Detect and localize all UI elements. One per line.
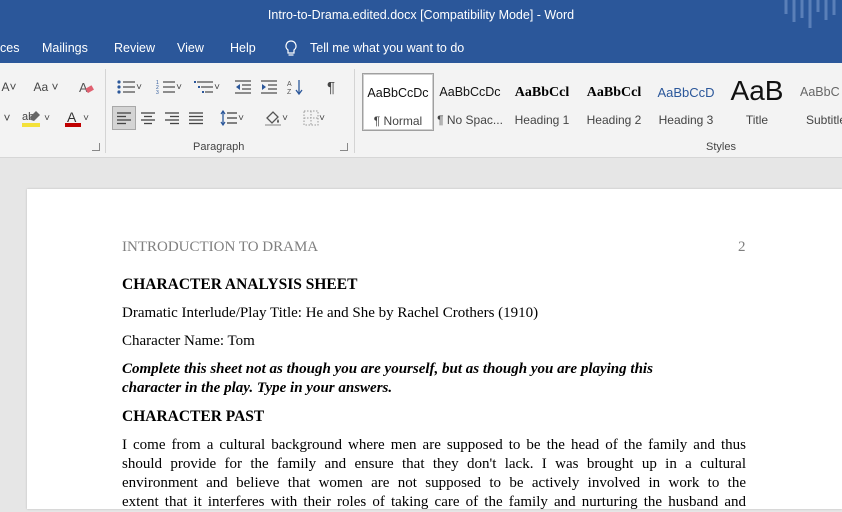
- style-name: ¶ No Spac...: [437, 113, 503, 127]
- borders-button[interactable]: ˅: [298, 107, 330, 129]
- svg-text:Z: Z: [287, 89, 292, 96]
- numbering-button[interactable]: 123 ˅: [152, 76, 186, 98]
- tell-me-search[interactable]: Tell me what you want to do: [310, 41, 464, 55]
- paragraph-line-2: should provide for the family and ensure…: [122, 456, 746, 472]
- group-separator: [354, 69, 355, 153]
- page-header-title: INTRODUCTION TO DRAMA: [122, 239, 319, 255]
- shading-button[interactable]: ˅: [258, 107, 294, 129]
- increase-indent-icon[interactable]: [258, 76, 280, 98]
- chevron-down-icon[interactable]: ˅: [0, 107, 14, 129]
- highlight-color-button[interactable]: ab ˅: [20, 107, 50, 129]
- style-title[interactable]: AaB Title: [722, 73, 792, 129]
- sort-icon[interactable]: AZ: [284, 76, 306, 98]
- change-case-button[interactable]: Aa ˅: [30, 76, 62, 98]
- style-name: Heading 1: [514, 113, 570, 127]
- group-separator: [105, 69, 106, 153]
- instruction-line-1: Complete this sheet not as though you ar…: [122, 361, 653, 377]
- tab-review[interactable]: Review: [114, 41, 155, 55]
- page-number: 2: [738, 239, 746, 255]
- tab-mailings[interactable]: Mailings: [42, 41, 88, 55]
- paragraph-line-1: I come from a cultural background where …: [122, 437, 746, 453]
- lightbulb-icon: [285, 40, 297, 56]
- font-grow-icon[interactable]: A˅: [0, 76, 18, 98]
- svg-text:3: 3: [156, 90, 159, 95]
- font-color-button[interactable]: A ˅: [58, 107, 94, 129]
- style-preview: AaBbCcl: [586, 85, 642, 100]
- tab-view[interactable]: View: [177, 41, 204, 55]
- styles-group-label: Styles: [706, 141, 736, 153]
- paragraph-dialog-launcher-icon[interactable]: [340, 143, 348, 151]
- multilevel-list-button[interactable]: ˅: [190, 76, 224, 98]
- play-title-line: Dramatic Interlude/Play Title: He and Sh…: [122, 305, 539, 321]
- style-preview: AaBbCcDc: [367, 86, 429, 100]
- style-name: Subtitle: [806, 113, 842, 127]
- tab-help[interactable]: Help: [230, 41, 256, 55]
- change-case-label: Aa: [33, 80, 49, 94]
- style-name: Heading 2: [586, 113, 642, 127]
- svg-text:A: A: [79, 80, 88, 95]
- align-left-button[interactable]: [112, 106, 136, 130]
- tab-references[interactable]: ces: [0, 41, 19, 55]
- style-preview: AaBbCcl: [514, 85, 570, 100]
- align-right-button[interactable]: [161, 107, 183, 129]
- style-preview: AaBbCcDc: [439, 85, 501, 99]
- instruction-line-2: character in the play. Type in your answ…: [122, 380, 393, 396]
- bullets-button[interactable]: ˅: [112, 76, 146, 98]
- svg-text:A: A: [287, 81, 292, 88]
- style-heading-2[interactable]: AaBbCcl Heading 2: [579, 73, 649, 129]
- style-name: Title: [745, 113, 769, 127]
- style-heading-1[interactable]: AaBbCcl Heading 1: [507, 73, 577, 129]
- heading-character-analysis: CHARACTER ANALYSIS SHEET: [122, 276, 358, 293]
- paragraph-line-3: environment and believe that women are n…: [122, 475, 746, 491]
- style-name: Heading 3: [658, 113, 714, 127]
- paragraph-group-label: Paragraph: [193, 141, 245, 153]
- style-normal[interactable]: AaBbCcDc ¶ Normal: [362, 73, 434, 131]
- window-title: Intro-to-Drama.edited.docx [Compatibilit…: [267, 8, 575, 22]
- style-no-spacing[interactable]: AaBbCcDc ¶ No Spac...: [435, 73, 505, 129]
- decrease-indent-icon[interactable]: [232, 76, 254, 98]
- style-preview: AaBbC: [800, 85, 840, 99]
- style-heading-3[interactable]: AaBbCcD Heading 3: [651, 73, 721, 129]
- ribbon: A˅ Aa ˅ A ˅ ab ˅ A ˅ ˅ 123 ˅ ˅ A Z ¶ ˅ ˅…: [0, 63, 842, 158]
- paragraph-line-4: extent that it interferes with their rol…: [122, 494, 746, 510]
- align-center-button[interactable]: [137, 107, 159, 129]
- character-name-line: Character Name: Tom: [122, 333, 255, 349]
- style-preview: AaBbCcD: [657, 85, 715, 100]
- line-spacing-button[interactable]: ˅: [216, 107, 248, 129]
- font-dialog-launcher-icon[interactable]: [92, 143, 100, 151]
- svg-text:A: A: [67, 109, 77, 125]
- styles-gallery: AaBbCcDc ¶ Normal AaBbCcDc ¶ No Spac... …: [360, 69, 842, 131]
- menu-bar: ces Mailings Review View Help Tell me wh…: [0, 33, 842, 63]
- wave-decoration-icon: [784, 0, 836, 28]
- heading-character-past: CHARACTER PAST: [122, 408, 265, 425]
- clear-formatting-icon[interactable]: A: [76, 76, 96, 98]
- style-subtitle[interactable]: AaBbC Subtitle: [794, 73, 842, 129]
- show-formatting-marks-icon[interactable]: ¶: [320, 76, 342, 98]
- title-bar: Intro-to-Drama.edited.docx [Compatibilit…: [0, 0, 842, 33]
- style-name: ¶ Normal: [373, 114, 423, 128]
- justify-button[interactable]: [185, 107, 207, 129]
- style-preview: AaB: [730, 75, 784, 106]
